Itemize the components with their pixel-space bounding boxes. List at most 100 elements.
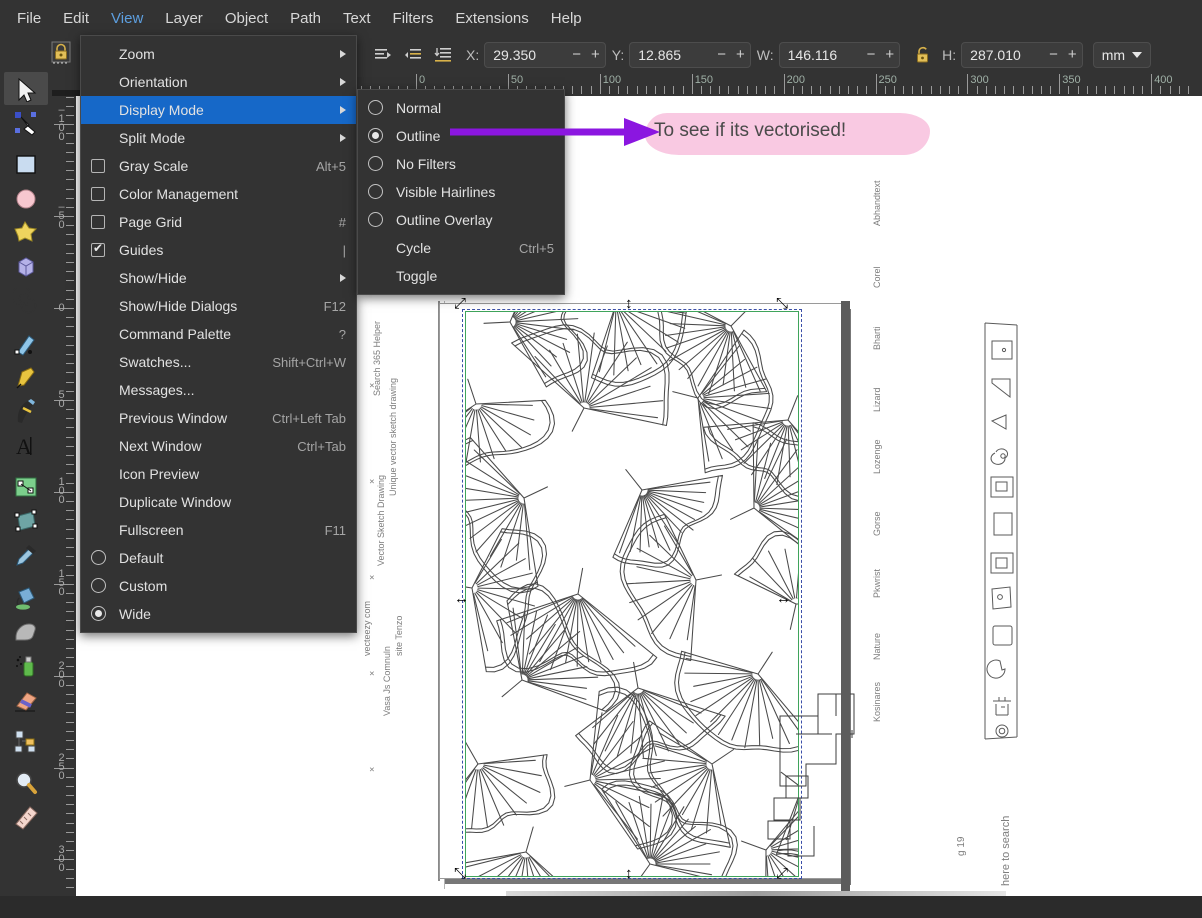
ruler-tick <box>66 813 74 815</box>
tool-dropper[interactable] <box>4 538 48 571</box>
view-menu-item-messages[interactable]: Messages... <box>81 376 356 404</box>
w-increment-button[interactable]: + <box>880 43 899 67</box>
tool-3dbox[interactable] <box>4 250 48 283</box>
view-menu-item-next-window[interactable]: Next Window Ctrl+Tab <box>81 432 356 460</box>
handle-mid-right[interactable]: ↔ <box>776 591 791 606</box>
display-mode-item-normal[interactable]: Normal <box>358 94 564 122</box>
ruler-tick <box>66 280 74 282</box>
tool-connector[interactable] <box>4 724 48 757</box>
view-menu-item-orientation[interactable]: Orientation <box>81 68 356 96</box>
vectorised-toolbar-panel[interactable] <box>979 321 1023 741</box>
view-menu-dropdown[interactable]: Zoom Orientation Display Mode Split Mode Gra… <box>80 35 357 633</box>
view-menu-item-display-mode[interactable]: Display Mode <box>81 96 356 124</box>
menu-filters[interactable]: Filters <box>382 1 445 37</box>
h-input[interactable]: 287.010 <box>962 43 1044 67</box>
lock-icon[interactable] <box>910 42 936 68</box>
view-menu-item-default[interactable]: Default <box>81 544 356 572</box>
menu-view[interactable]: View <box>100 1 154 37</box>
view-menu-item-wide[interactable]: Wide <box>81 600 356 628</box>
w-input[interactable]: 146.116 <box>780 43 862 67</box>
view-menu-item-icon-preview[interactable]: Icon Preview <box>81 460 356 488</box>
h-spinner[interactable]: 287.010 − + <box>961 42 1083 68</box>
indent-icon[interactable] <box>400 42 426 68</box>
tool-mesh[interactable] <box>4 504 48 537</box>
menu-extensions[interactable]: Extensions <box>444 1 539 37</box>
display-mode-item-cycle[interactable]: Cycle Ctrl+5 <box>358 234 564 262</box>
ruler-label: 0 <box>58 397 65 410</box>
selection-bbox[interactable] <box>462 309 802 879</box>
view-menu-item-previous-window[interactable]: Previous Window Ctrl+Left Tab <box>81 404 356 432</box>
radio-icon <box>91 606 106 621</box>
view-menu-item-fullscreen[interactable]: Fullscreen F11 <box>81 516 356 544</box>
menu-text[interactable]: Text <box>332 1 382 37</box>
menu-edit[interactable]: Edit <box>52 1 100 37</box>
ruler-tick <box>66 353 74 355</box>
handle-mid-left[interactable]: ↔ <box>454 591 469 606</box>
align-baseline-icon[interactable] <box>370 42 396 68</box>
vertical-ruler[interactable]: –1 0 0–5 0 0 5 0 1 0 0 1 5 0 2 0 0 2 5 0 3 0 0 <box>52 96 76 918</box>
handle-bottom-right[interactable]: ⤢ <box>776 866 788 881</box>
tool-star[interactable] <box>4 216 48 249</box>
ruler-tick <box>66 252 74 254</box>
handle-bottom-left[interactable]: ⤡ <box>454 866 466 881</box>
tool-zoom[interactable] <box>4 766 48 799</box>
tool-measure[interactable] <box>4 800 48 833</box>
view-menu-item-gray-scale[interactable]: Gray Scale Alt+5 <box>81 152 356 180</box>
view-menu-item-color-management[interactable]: Color Management <box>81 180 356 208</box>
view-menu-item-zoom[interactable]: Zoom <box>81 40 356 68</box>
menu-help[interactable]: Help <box>540 1 593 37</box>
handle-top-center[interactable]: ↕ <box>625 296 633 311</box>
x-input[interactable]: 29.350 <box>485 43 567 67</box>
display-mode-submenu[interactable]: Normal Outline No Filters Visible Hairlines… <box>357 89 565 295</box>
unit-select[interactable]: mm <box>1092 42 1152 68</box>
tool-rectangle[interactable] <box>4 148 48 181</box>
view-menu-item-guides[interactable]: Guides | <box>81 236 356 264</box>
ruler-tick <box>710 86 712 94</box>
menu-layer[interactable]: Layer <box>154 1 214 37</box>
display-mode-item-no-filters[interactable]: No Filters <box>358 150 564 178</box>
w-decrement-button[interactable]: − <box>862 43 881 67</box>
tool-spray[interactable] <box>4 648 48 681</box>
display-mode-item-visible-hairlines[interactable]: Visible Hairlines <box>358 178 564 206</box>
display-mode-item-outline[interactable]: Outline <box>358 122 564 150</box>
tool-pencil[interactable] <box>4 360 48 393</box>
tool-text[interactable]: A <box>4 428 48 461</box>
text-bottom-icon[interactable] <box>430 42 456 68</box>
h-increment-button[interactable]: + <box>1063 43 1082 67</box>
y-input[interactable]: 12.865 <box>630 43 712 67</box>
tool-bezier[interactable] <box>4 326 48 359</box>
display-mode-item-toggle[interactable]: Toggle <box>358 262 564 290</box>
menu-object[interactable]: Object <box>214 1 279 37</box>
canvas-lock-icon[interactable] <box>48 39 74 65</box>
tool-spiral[interactable] <box>4 284 48 317</box>
h-decrement-button[interactable]: − <box>1044 43 1063 67</box>
view-menu-item-custom[interactable]: Custom <box>81 572 356 600</box>
tool-paint-bucket[interactable] <box>4 580 48 613</box>
handle-top-left[interactable]: ⤢ <box>454 296 466 311</box>
tool-node-editor[interactable] <box>4 106 48 139</box>
handle-top-right[interactable]: ⤡ <box>776 296 788 311</box>
x-spinner[interactable]: 29.350 − + <box>484 42 606 68</box>
view-menu-item-duplicate-window[interactable]: Duplicate Window <box>81 488 356 516</box>
tool-calligraphy[interactable] <box>4 394 48 427</box>
tool-eraser[interactable] <box>4 682 48 715</box>
handle-bottom-center[interactable]: ↕ <box>625 866 633 881</box>
y-increment-button[interactable]: + <box>731 43 750 67</box>
tool-gradient[interactable] <box>4 470 48 503</box>
x-decrement-button[interactable]: − <box>567 43 586 67</box>
y-decrement-button[interactable]: − <box>712 43 731 67</box>
tool-tweak[interactable] <box>4 614 48 647</box>
w-spinner[interactable]: 146.116 − + <box>778 42 901 68</box>
tool-selector[interactable] <box>4 72 48 105</box>
view-menu-item-command-palette[interactable]: Command Palette? <box>81 320 356 348</box>
tool-ellipse[interactable] <box>4 182 48 215</box>
y-spinner[interactable]: 12.865 − + <box>629 42 751 68</box>
x-increment-button[interactable]: + <box>586 43 605 67</box>
view-menu-item-page-grid[interactable]: Page Grid # <box>81 208 356 236</box>
display-mode-item-outline-overlay[interactable]: Outline Overlay <box>358 206 564 234</box>
view-menu-item-swatches[interactable]: Swatches... Shift+Ctrl+W <box>81 348 356 376</box>
view-menu-item-split-mode[interactable]: Split Mode <box>81 124 356 152</box>
view-menu-item-show-hide[interactable]: Show/Hide <box>81 264 356 292</box>
view-menu-item-show-hide-dialogs[interactable]: Show/Hide Dialogs F12 <box>81 292 356 320</box>
menu-path[interactable]: Path <box>279 1 332 37</box>
